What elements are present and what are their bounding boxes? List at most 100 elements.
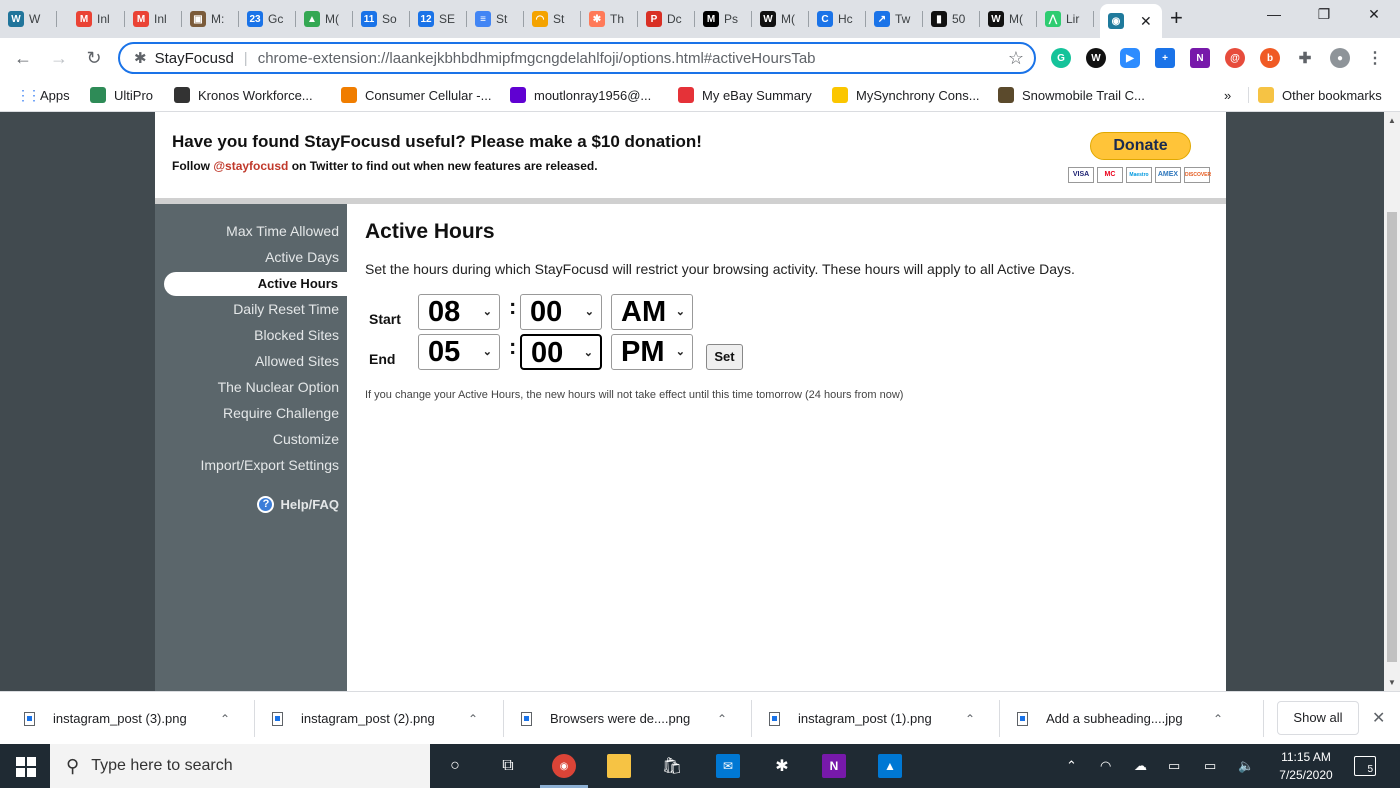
browser-tab[interactable]: M Inl	[68, 6, 125, 32]
bookmark-star-icon[interactable]: ☆	[1008, 48, 1024, 69]
battery-icon[interactable]: ▭	[1204, 758, 1216, 774]
tablet-icon[interactable]: ▭	[1168, 758, 1180, 774]
browser-tab[interactable]: ▣ M:	[182, 6, 239, 32]
slack-icon[interactable]: ✱	[770, 754, 794, 778]
writer-extension-icon[interactable]: W	[1086, 48, 1106, 68]
page-scrollbar[interactable]: ▲ ▼	[1384, 112, 1400, 691]
sidebar-item[interactable]: Blocked Sites	[254, 324, 339, 346]
windows-start-icon[interactable]	[16, 757, 36, 777]
browser-tab[interactable]: W M(	[980, 6, 1037, 32]
bookmark-item[interactable]: Snowmobile Trail C...	[998, 84, 1145, 106]
bookmark-item[interactable]: moutlonray1956@...	[510, 84, 651, 106]
browser-tab[interactable]: M Ps	[695, 6, 752, 32]
download-item[interactable]: instagram_post (2).png ⌃	[272, 692, 492, 745]
mail-icon[interactable]: ✉	[716, 754, 740, 778]
reload-button[interactable]: ↻	[81, 46, 107, 70]
sidebar-item[interactable]: Import/Export Settings	[200, 454, 339, 476]
sidebar-item[interactable]: Daily Reset Time	[233, 298, 339, 320]
back-button[interactable]: ←	[10, 46, 36, 70]
chevron-up-icon[interactable]: ⌃	[965, 712, 975, 726]
bookmark-item[interactable]: MySynchrony Cons...	[832, 84, 980, 106]
chevron-up-icon[interactable]: ⌃	[468, 712, 478, 726]
browser-tab[interactable]: M Inl	[125, 6, 182, 32]
download-item[interactable]: instagram_post (3).png ⌃	[24, 692, 244, 745]
profile-avatar[interactable]: ●	[1330, 48, 1350, 68]
twitter-link[interactable]: @stayfocusd	[213, 159, 288, 173]
chevron-up-icon[interactable]: ⌃	[1213, 712, 1223, 726]
onenote-taskbar-icon[interactable]: N	[822, 754, 846, 778]
taskbar-clock[interactable]: 11:15 AM 7/25/2020	[1266, 748, 1346, 784]
download-item[interactable]: instagram_post (1).png ⌃	[769, 692, 989, 745]
start-hour-select[interactable]: 08 ⌄	[418, 294, 500, 330]
restore-button[interactable]: ❐	[1304, 6, 1344, 23]
sidebar-item[interactable]: Customize	[273, 428, 339, 450]
close-shelf-icon[interactable]: ✕	[1372, 708, 1385, 728]
tray-overflow-icon[interactable]: ⌃	[1066, 758, 1077, 774]
address-bar[interactable]: ✱ StayFocusd | chrome-extension://laanke…	[118, 42, 1036, 74]
browser-tab[interactable]: ▮ 50	[923, 6, 980, 32]
chevron-up-icon[interactable]: ⌃	[717, 712, 727, 726]
scroll-up-icon[interactable]: ▲	[1388, 116, 1396, 125]
chrome-taskbar-icon[interactable]: ◉	[552, 754, 576, 778]
sidebar-item[interactable]: Allowed Sites	[255, 350, 339, 372]
volume-icon[interactable]: 🔈	[1238, 758, 1254, 774]
browser-tab[interactable]: ◠ St	[524, 6, 581, 32]
add-extension-icon[interactable]: +	[1155, 48, 1175, 68]
store-icon[interactable]: 🛍	[660, 754, 684, 778]
bookmark-item[interactable]: UltiPro	[90, 84, 153, 106]
browser-tab[interactable]: 11 So	[353, 6, 410, 32]
browser-tab[interactable]: WW	[0, 6, 57, 32]
end-hour-select[interactable]: 05 ⌄	[418, 334, 500, 370]
onenote-icon[interactable]: N	[1190, 48, 1210, 68]
donate-button[interactable]: Donate	[1090, 132, 1191, 160]
browser-tab[interactable]: ◉ ✕	[1100, 4, 1162, 38]
set-button[interactable]: Set	[706, 344, 743, 370]
close-tab-icon[interactable]: ✕	[1140, 13, 1152, 30]
browser-tab[interactable]: ↗ Tw	[866, 6, 923, 32]
sidebar-item[interactable]: The Nuclear Option	[218, 376, 339, 398]
other-bookmarks-folder[interactable]: Other bookmarks	[1258, 84, 1382, 106]
cortana-icon[interactable]: ○	[443, 754, 467, 778]
bookmark-item[interactable]: My eBay Summary	[678, 84, 812, 106]
grammarly-icon[interactable]: G	[1051, 48, 1071, 68]
bookmark-item[interactable]: Consumer Cellular -...	[341, 84, 491, 106]
file-explorer-icon[interactable]	[607, 754, 631, 778]
photos-icon[interactable]: ▲	[878, 754, 902, 778]
close-window-button[interactable]: ✕	[1354, 6, 1394, 23]
start-minute-select[interactable]: 00 ⌄	[520, 294, 602, 330]
onedrive-icon[interactable]: ☁	[1134, 758, 1147, 774]
sidebar-item[interactable]: Active Hours	[164, 272, 347, 296]
browser-tab[interactable]: W M(	[752, 6, 809, 32]
browser-tab[interactable]: ✱ Th	[581, 6, 638, 32]
sidebar-item[interactable]: Active Days	[265, 246, 339, 268]
show-all-downloads-button[interactable]: Show all	[1277, 701, 1359, 735]
browser-tab[interactable]: 23 Gc	[239, 6, 296, 32]
extensions-puzzle-icon[interactable]: ✚	[1295, 48, 1315, 68]
help-faq-link[interactable]: ? Help/FAQ	[257, 496, 339, 513]
browser-tab[interactable]: 12 SE	[410, 6, 467, 32]
chevron-up-icon[interactable]: ⌃	[220, 712, 230, 726]
forward-button[interactable]: →	[46, 46, 72, 70]
task-view-icon[interactable]: ⧉	[496, 754, 520, 778]
minimize-button[interactable]: —	[1254, 6, 1294, 22]
bookmarks-overflow-button[interactable]: »	[1224, 84, 1231, 106]
browser-tab[interactable]: P Dc	[638, 6, 695, 32]
browser-tab[interactable]: ▲ M(	[296, 6, 353, 32]
notification-extension-icon[interactable]: @	[1225, 48, 1245, 68]
sidebar-item[interactable]: Require Challenge	[223, 402, 339, 424]
wifi-icon[interactable]: ◠	[1100, 758, 1111, 774]
notification-center-icon[interactable]: 5	[1354, 756, 1376, 776]
bitly-icon[interactable]: b	[1260, 48, 1280, 68]
scrollbar-thumb[interactable]	[1387, 212, 1397, 662]
chrome-menu-icon[interactable]: ⋮	[1365, 48, 1385, 68]
end-period-select[interactable]: PM ⌄	[611, 334, 693, 370]
download-item[interactable]: Add a subheading....jpg ⌃	[1017, 692, 1237, 745]
browser-tab[interactable]: ⋀ Lir	[1037, 6, 1094, 32]
scroll-down-icon[interactable]: ▼	[1388, 678, 1396, 687]
browser-tab[interactable]: ≡ St	[467, 6, 524, 32]
download-item[interactable]: Browsers were de....png ⌃	[521, 692, 741, 745]
bookmark-item[interactable]: Kronos Workforce...	[174, 84, 313, 106]
sidebar-item[interactable]: Max Time Allowed	[226, 220, 339, 242]
browser-tab[interactable]: C Hc	[809, 6, 866, 32]
bookmark-item[interactable]: ⋮⋮ Apps	[16, 84, 70, 106]
